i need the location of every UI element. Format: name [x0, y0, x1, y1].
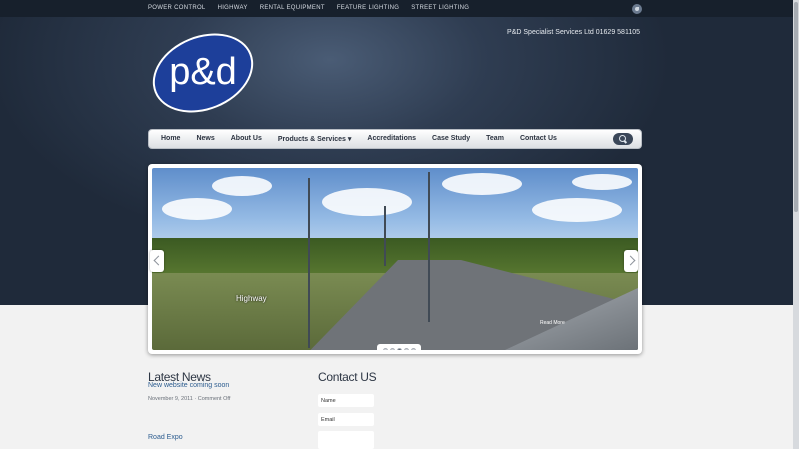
- image-slider: Highway Read More: [148, 164, 642, 354]
- top-bar: POWER CONTROL HIGHWAY RENTAL EQUIPMENT F…: [0, 0, 799, 17]
- nav-case-study[interactable]: Case Study: [432, 135, 470, 143]
- top-nav-feature-lighting[interactable]: FEATURE LIGHTING: [337, 5, 399, 11]
- main-nav: Home News About Us Products & Services ▾…: [148, 129, 642, 149]
- cloud: [572, 174, 632, 190]
- nav-news[interactable]: News: [196, 135, 214, 143]
- company-phone: P&D Specialist Services Ltd 01629 581105: [507, 29, 640, 36]
- news-item-comments[interactable]: Comment Off: [198, 396, 231, 402]
- slide-caption: Highway: [236, 294, 267, 303]
- email-field[interactable]: Email: [318, 413, 374, 426]
- slider-dot-active[interactable]: [396, 347, 402, 350]
- news-item-date: November 9, 2011: [148, 396, 193, 402]
- top-nav-highway[interactable]: HIGHWAY: [218, 5, 248, 11]
- cloud: [212, 176, 272, 196]
- slider-dot[interactable]: [410, 347, 416, 350]
- nav-accreditations[interactable]: Accreditations: [367, 135, 416, 143]
- pylon-tower: [384, 206, 386, 266]
- scrollbar-thumb[interactable]: [794, 2, 798, 212]
- cloud: [442, 173, 522, 195]
- cloud: [322, 188, 412, 216]
- scrollbar[interactable]: [793, 0, 799, 449]
- nav-products-services[interactable]: Products & Services ▾: [278, 135, 352, 143]
- message-field[interactable]: [318, 431, 374, 449]
- name-field[interactable]: Name: [318, 394, 374, 407]
- slider-dot[interactable]: [382, 347, 388, 350]
- top-nav: POWER CONTROL HIGHWAY RENTAL EQUIPMENT F…: [148, 5, 481, 11]
- logo-text: p&d: [169, 51, 237, 93]
- slider-next-button[interactable]: [624, 250, 638, 272]
- slider-pagination: [377, 344, 421, 350]
- lamp-post: [428, 172, 430, 322]
- pd-logo[interactable]: p&d: [148, 33, 258, 113]
- slider-dot[interactable]: [389, 347, 395, 350]
- news-item-title[interactable]: Road Expo: [148, 434, 183, 441]
- read-more-link[interactable]: Read More: [540, 320, 565, 326]
- news-item-meta: November 9, 2011 · Comment Off: [148, 396, 230, 402]
- top-nav-power-control[interactable]: POWER CONTROL: [148, 5, 206, 11]
- nav-about-us[interactable]: About Us: [231, 135, 262, 143]
- nav-home[interactable]: Home: [161, 135, 180, 143]
- twitter-icon[interactable]: [632, 4, 642, 14]
- search-icon[interactable]: [613, 133, 633, 145]
- contact-title: Contact US: [318, 370, 377, 384]
- lamp-post: [308, 178, 310, 348]
- slide-image[interactable]: Highway Read More: [152, 168, 638, 350]
- nav-contact-us[interactable]: Contact Us: [520, 135, 557, 143]
- top-nav-rental-equipment[interactable]: RENTAL EQUIPMENT: [260, 5, 325, 11]
- top-nav-street-lighting[interactable]: STREET LIGHTING: [411, 5, 469, 11]
- slider-prev-button[interactable]: [150, 250, 164, 272]
- nav-team[interactable]: Team: [486, 135, 504, 143]
- news-item-title[interactable]: New website coming soon: [148, 382, 229, 389]
- cloud: [162, 198, 232, 220]
- slider-dot[interactable]: [403, 347, 409, 350]
- cloud: [532, 198, 622, 222]
